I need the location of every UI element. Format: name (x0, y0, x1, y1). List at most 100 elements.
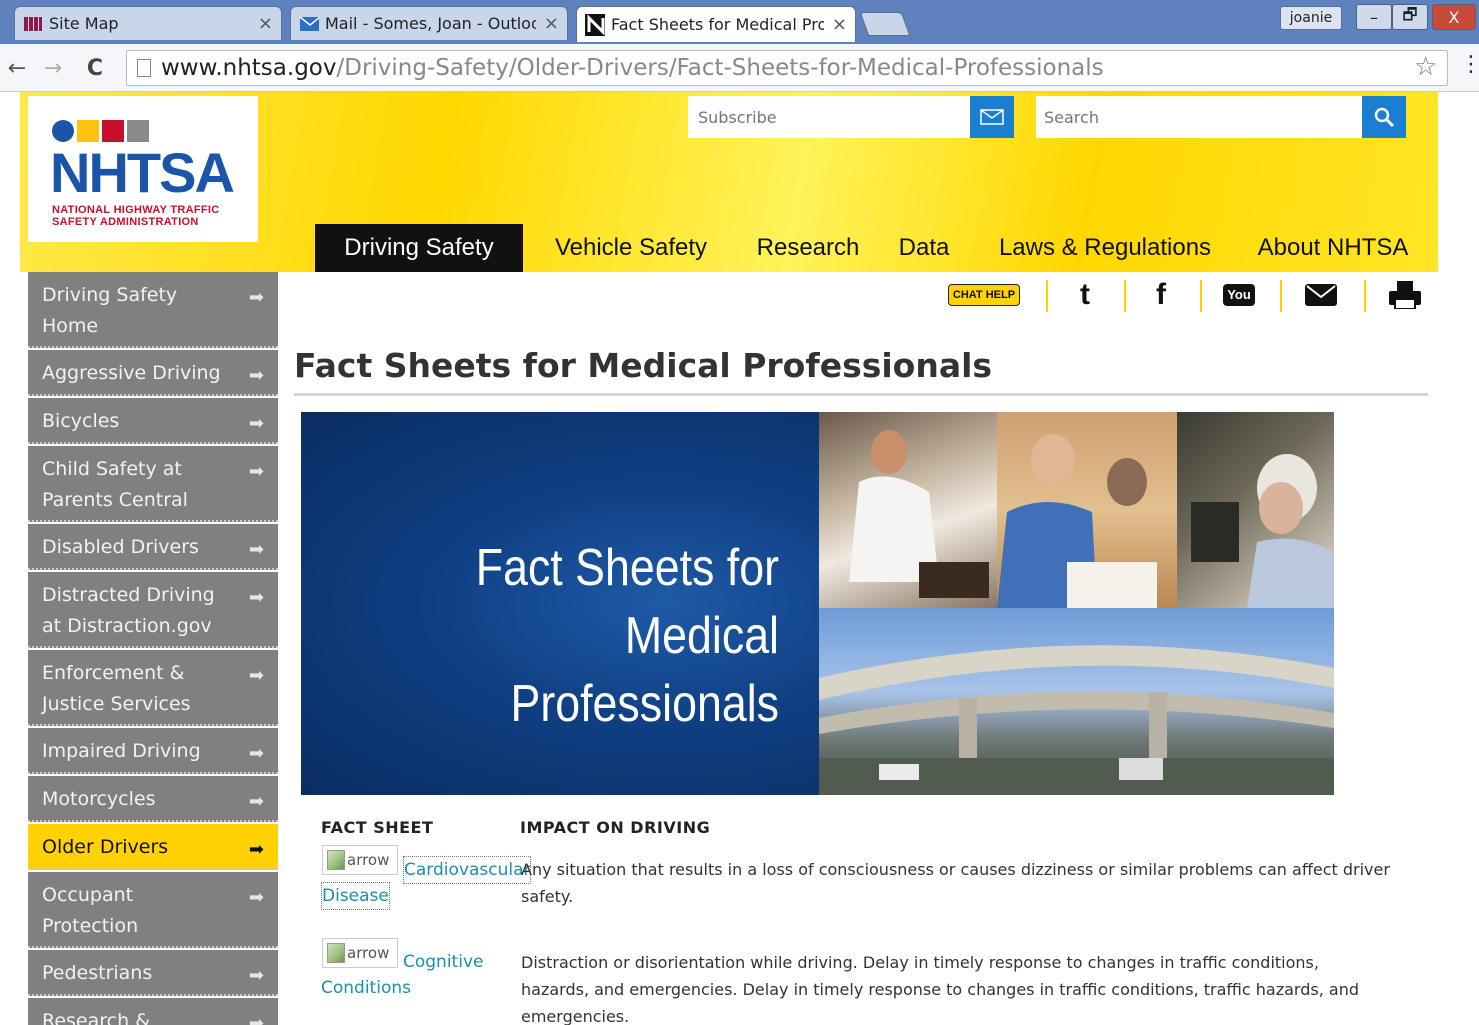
column-header-impact: IMPACT ON DRIVING (520, 818, 711, 837)
sidebar-item-label: Occupant Protection (42, 884, 139, 937)
sidebar-item-disabled-drivers[interactable]: Disabled Drivers ➡ (28, 524, 278, 570)
arrow-right-icon: ➡ (248, 887, 264, 908)
tab-close-icon[interactable]: × (832, 14, 847, 35)
arrow-right-icon: ➡ (248, 587, 264, 608)
hero-title-line1: Fact Sheets for (475, 539, 779, 597)
tab-fact-sheets[interactable]: Fact Sheets for Medical Prof × (576, 6, 856, 42)
nav-vehicle-safety[interactable]: Vehicle Safety (538, 224, 724, 272)
sidebar-item-motorcycles[interactable]: Motorcycles ➡ (28, 776, 278, 822)
nav-driving-safety[interactable]: Driving Safety (315, 224, 523, 272)
sidebar-item-bicycles[interactable]: Bicycles ➡ (28, 398, 278, 444)
star-icon (127, 120, 149, 142)
hero-title-panel: Fact Sheets for Medical Professionals (301, 412, 819, 795)
cardiovascular-disease-link-part2[interactable]: Disease (321, 882, 390, 910)
nav-data[interactable]: Data (888, 224, 960, 272)
sidebar-item-label: Pedestrians (42, 962, 153, 984)
url-path: /Driving-Safety/Older-Drivers/Fact-Sheet… (336, 55, 1104, 81)
nhtsa-logo[interactable]: NHTSA NATIONAL HIGHWAY TRAFFIC SAFETY AD… (28, 96, 258, 242)
arrow-right-icon: ➡ (248, 743, 264, 764)
sidebar-item-child-safety[interactable]: Child Safety at Parents Central ➡ (28, 446, 278, 522)
divider (1280, 280, 1282, 312)
page-icon (137, 59, 151, 77)
restore-button[interactable]: 🗗 (1392, 4, 1428, 30)
sidebar-item-label: Bicycles (42, 410, 120, 432)
cognitive-conditions-link-part2[interactable]: Conditions (321, 975, 411, 1001)
broken-image-icon (327, 850, 345, 870)
arrow-image: arrow (322, 845, 398, 875)
sidebar-item-label: Enforcement & Justice Services (42, 662, 191, 715)
sidebar-item-occupant-protection[interactable]: Occupant Protection ➡ (28, 872, 278, 948)
arrow-right-icon: ➡ (248, 965, 264, 986)
sidebar-item-label: Distracted Driving at Distraction.gov (42, 584, 215, 637)
youtube-icon[interactable]: You (1222, 278, 1256, 312)
arrow-right-icon: ➡ (248, 1013, 264, 1025)
user-profile-button[interactable]: joanie (1280, 6, 1342, 30)
browser-menu-icon[interactable]: ⋮ (1460, 52, 1479, 77)
sidebar-item-aggressive-driving[interactable]: Aggressive Driving ➡ (28, 350, 278, 396)
cardiovascular-disease-link-part1[interactable]: Cardiovascular (403, 856, 532, 884)
sidebar-item-label: Older Drivers (42, 836, 169, 858)
logo-icon-strip (52, 120, 149, 142)
arrow-right-icon: ➡ (248, 365, 264, 386)
sidebar-item-enforcement[interactable]: Enforcement & Justice Services ➡ (28, 650, 278, 726)
chat-help-button[interactable]: CHAT HELP (948, 284, 1020, 306)
nav-research[interactable]: Research (744, 224, 872, 272)
arrow-right-icon: ➡ (248, 839, 264, 860)
eye-exam-photo (1177, 412, 1334, 608)
sidebar-item-impaired-driving[interactable]: Impaired Driving ➡ (28, 728, 278, 774)
search-icon (1374, 107, 1395, 128)
image-alt-text: arrow (347, 851, 390, 869)
officer-photo (997, 412, 1177, 608)
url-host: www.nhtsa.gov (161, 55, 337, 81)
sidebar-item-label: Driving Safety Home (42, 284, 178, 337)
sidebar-item-older-drivers[interactable]: Older Drivers ➡ (28, 824, 278, 870)
sidebar-item-driving-safety-home[interactable]: Driving Safety Home ➡ (28, 272, 278, 348)
twitter-icon[interactable]: t (1068, 278, 1102, 312)
divider (1046, 280, 1048, 312)
logo-subtitle-line1: NATIONAL HIGHWAY TRAFFIC (52, 204, 220, 216)
bookmark-star-icon[interactable]: ☆ (1414, 52, 1437, 82)
steering-wheel-icon (52, 120, 74, 142)
reload-button[interactable]: C (80, 52, 110, 84)
sidebar-item-research[interactable]: Research & ➡ (28, 998, 278, 1025)
nav-laws-regulations[interactable]: Laws & Regulations (990, 224, 1220, 272)
cognitive-conditions-link-part1[interactable]: Cognitive (403, 949, 483, 975)
email-icon[interactable] (1304, 278, 1338, 312)
search-input[interactable] (1036, 96, 1362, 138)
subscribe-input[interactable] (688, 96, 970, 138)
highway-photo (819, 608, 1334, 795)
tab-site-map[interactable]: Site Map × (14, 6, 282, 40)
column-header-fact-sheet: FACT SHEET (321, 818, 434, 837)
forward-button[interactable]: → (38, 52, 68, 84)
new-tab-button[interactable] (859, 12, 911, 36)
search-button[interactable] (1362, 96, 1406, 138)
arrow-image: arrow (322, 938, 398, 968)
tab-close-icon[interactable]: × (258, 13, 273, 34)
print-icon[interactable] (1388, 278, 1422, 312)
tab-close-icon[interactable]: × (544, 13, 559, 34)
broken-image-icon (327, 943, 345, 963)
divider (1124, 280, 1126, 312)
sidebar-item-label: Impaired Driving (42, 740, 201, 762)
sidebar-item-label: Disabled Drivers (42, 536, 199, 558)
nhtsa-favicon-icon (585, 13, 605, 36)
arrow-right-icon: ➡ (248, 461, 264, 482)
nav-about-nhtsa[interactable]: About NHTSA (1246, 224, 1420, 272)
sidebar-item-pedestrians[interactable]: Pedestrians ➡ (28, 950, 278, 996)
tab-mail[interactable]: Mail - Somes, Joan - Outlook × (290, 6, 568, 40)
logo-subtitle: NATIONAL HIGHWAY TRAFFIC SAFETY ADMINIST… (52, 204, 220, 228)
close-window-button[interactable]: X (1432, 4, 1476, 30)
sidebar-item-label: Research & (42, 1010, 151, 1025)
arrow-right-icon: ➡ (248, 791, 264, 812)
logo-wordmark: NHTSA (50, 141, 235, 204)
url-input[interactable]: www.nhtsa.gov/Driving-Safety/Older-Drive… (126, 50, 1448, 86)
back-button[interactable]: ← (2, 52, 32, 84)
subscribe-button[interactable] (970, 96, 1014, 138)
sidebar-nav: Driving Safety Home ➡ Aggressive Driving… (28, 272, 278, 1025)
minimize-button[interactable]: – (1356, 4, 1392, 30)
facebook-icon[interactable]: f (1144, 278, 1178, 312)
hero-title-line2: Medical Professionals (510, 607, 779, 733)
person-icon (77, 120, 99, 142)
impact-description: Any situation that results in a loss of … (521, 860, 1390, 906)
sidebar-item-distracted-driving[interactable]: Distracted Driving at Distraction.gov ➡ (28, 572, 278, 648)
